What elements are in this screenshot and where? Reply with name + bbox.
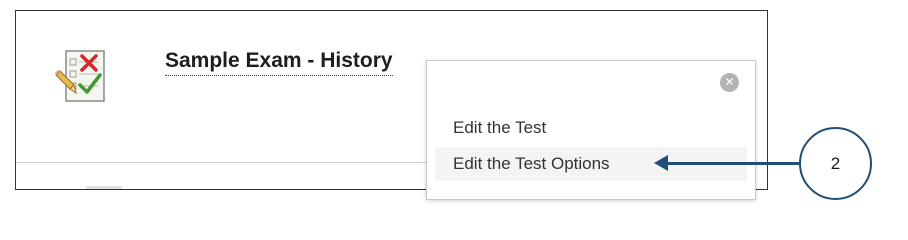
annotation-arrow-head [654,155,668,171]
context-menu: ✕ Edit the Test Edit the Test Options [426,60,756,200]
annotation-arrow-line [664,162,800,165]
step-number: 2 [830,153,841,173]
step-number-callout: 2 [799,127,872,200]
next-row-stub [86,186,122,189]
close-icon[interactable]: ✕ [720,73,739,92]
menu-item-edit-test[interactable]: Edit the Test [435,111,747,145]
content-item-title[interactable]: Sample Exam - History [165,49,393,76]
test-clipboard-icon [52,45,114,107]
